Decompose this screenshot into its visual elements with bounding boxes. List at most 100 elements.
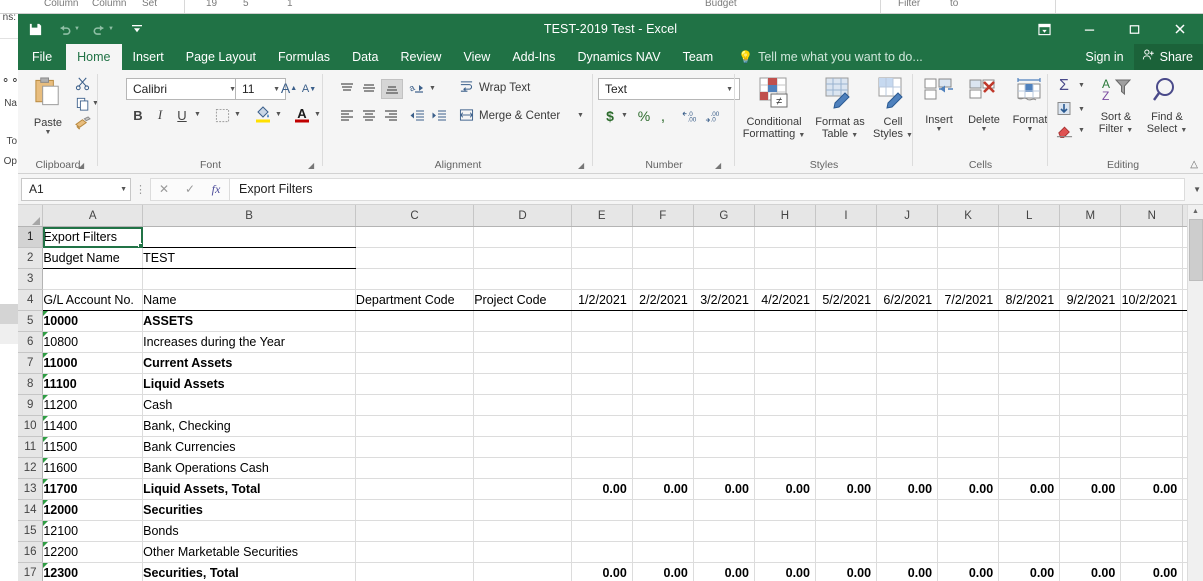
- column-header-i[interactable]: I: [815, 205, 878, 227]
- number-dialog-launcher[interactable]: ◢: [715, 161, 721, 170]
- cell-M3[interactable]: [1059, 268, 1122, 290]
- cell-N15[interactable]: [1120, 520, 1184, 542]
- percent-style-button[interactable]: %: [635, 106, 653, 126]
- cell-B3[interactable]: [142, 268, 356, 290]
- cell-C6[interactable]: [355, 331, 475, 353]
- cell-H15[interactable]: [754, 520, 816, 542]
- minimize-icon[interactable]: [1067, 14, 1112, 44]
- cell-A12[interactable]: 11600: [42, 457, 144, 479]
- decrease-indent-icon[interactable]: [407, 106, 427, 124]
- tab-add-ins[interactable]: Add-Ins: [501, 44, 566, 70]
- cell-J13[interactable]: 0.00: [876, 478, 939, 500]
- cell-B10[interactable]: Bank, Checking: [142, 415, 356, 437]
- cell-I12[interactable]: [815, 457, 878, 479]
- cell-L7[interactable]: [998, 352, 1061, 374]
- conditional-formatting-button[interactable]: ≠ Conditional Formatting ▼: [739, 77, 809, 142]
- tab-formulas[interactable]: Formulas: [267, 44, 341, 70]
- cell-L4[interactable]: 8/2/2021: [998, 289, 1061, 311]
- row-header-1[interactable]: 1: [18, 226, 44, 248]
- autosum-icon[interactable]: Σ: [1053, 76, 1075, 96]
- cell-F8[interactable]: [632, 373, 694, 395]
- cell-A11[interactable]: 11500: [42, 436, 144, 458]
- cell-C10[interactable]: [355, 415, 475, 437]
- cell-G17[interactable]: 0.00: [693, 562, 755, 581]
- bold-button[interactable]: B: [128, 105, 148, 125]
- cell-N14[interactable]: [1120, 499, 1184, 521]
- cell-G13[interactable]: 0.00: [693, 478, 755, 500]
- column-header-f[interactable]: F: [632, 205, 694, 227]
- cell-B17[interactable]: Securities, Total: [142, 562, 356, 581]
- cell-K8[interactable]: [937, 373, 1000, 395]
- cell-M12[interactable]: [1059, 457, 1122, 479]
- cell-K14[interactable]: [937, 499, 1000, 521]
- cell-B6[interactable]: Increases during the Year: [142, 331, 356, 353]
- cell-D2[interactable]: [473, 247, 572, 269]
- tell-me-search[interactable]: 💡 Tell me what you want to do...: [738, 44, 923, 70]
- cell-B7[interactable]: Current Assets: [142, 352, 356, 374]
- cell-H4[interactable]: 4/2/2021: [754, 289, 816, 311]
- chevron-down-icon[interactable]: ▼: [275, 111, 282, 118]
- cell-N11[interactable]: [1120, 436, 1184, 458]
- alignment-dialog-launcher[interactable]: ◢: [578, 161, 584, 170]
- cell-D14[interactable]: [473, 499, 572, 521]
- cell-L17[interactable]: 0.00: [998, 562, 1061, 581]
- tab-dynamics-nav[interactable]: Dynamics NAV: [566, 44, 671, 70]
- cell-K15[interactable]: [937, 520, 1000, 542]
- cell-D6[interactable]: [473, 331, 572, 353]
- cell-C7[interactable]: [355, 352, 475, 374]
- cell-I7[interactable]: [815, 352, 878, 374]
- number-format-combo[interactable]: Text ▼: [598, 78, 740, 100]
- cell-M13[interactable]: 0.00: [1059, 478, 1122, 500]
- cell-G11[interactable]: [693, 436, 755, 458]
- cell-J4[interactable]: 6/2/2021: [876, 289, 939, 311]
- cell-C1[interactable]: [355, 226, 475, 248]
- cell-J6[interactable]: [876, 331, 939, 353]
- cell-C16[interactable]: [355, 541, 475, 563]
- align-top-icon[interactable]: [337, 79, 357, 97]
- cell-K5[interactable]: [937, 310, 1000, 332]
- cell-K16[interactable]: [937, 541, 1000, 563]
- sort-filter-button[interactable]: A Z Sort & Filter ▼: [1092, 76, 1140, 137]
- cell-D15[interactable]: [473, 520, 572, 542]
- cell-I5[interactable]: [815, 310, 878, 332]
- cell-L11[interactable]: [998, 436, 1061, 458]
- cell-M16[interactable]: [1059, 541, 1122, 563]
- chevron-down-icon[interactable]: ▼: [1027, 126, 1034, 133]
- cell-H17[interactable]: 0.00: [754, 562, 816, 581]
- underline-button[interactable]: U: [172, 105, 192, 125]
- cell-A3[interactable]: [42, 268, 144, 290]
- cell-B13[interactable]: Liquid Assets, Total: [142, 478, 356, 500]
- maximize-icon[interactable]: [1112, 14, 1157, 44]
- cell-A14[interactable]: 12000: [42, 499, 144, 521]
- cell-B2[interactable]: TEST: [142, 247, 356, 269]
- cell-C17[interactable]: [355, 562, 475, 581]
- row-header-11[interactable]: 11: [18, 436, 44, 458]
- cell-F2[interactable]: [632, 247, 694, 269]
- cell-A17[interactable]: 12300: [42, 562, 144, 581]
- cell-I14[interactable]: [815, 499, 878, 521]
- decrease-decimal-icon[interactable]: .00.0: [704, 106, 726, 126]
- vertical-scrollbar[interactable]: ▲: [1187, 205, 1203, 581]
- cell-N13[interactable]: 0.00: [1120, 478, 1184, 500]
- cell-G5[interactable]: [693, 310, 755, 332]
- cell-C9[interactable]: [355, 394, 475, 416]
- chevron-down-icon[interactable]: ▼: [621, 112, 628, 119]
- find-select-button[interactable]: Find & Select ▼: [1142, 76, 1192, 137]
- cell-J17[interactable]: 0.00: [876, 562, 939, 581]
- increase-indent-icon[interactable]: [429, 106, 449, 124]
- cell-I4[interactable]: 5/2/2021: [815, 289, 878, 311]
- cancel-icon[interactable]: ✕: [151, 179, 177, 200]
- cell-B1[interactable]: [142, 226, 356, 248]
- cell-I10[interactable]: [815, 415, 878, 437]
- cell-H14[interactable]: [754, 499, 816, 521]
- cell-F15[interactable]: [632, 520, 694, 542]
- column-header-d[interactable]: D: [473, 205, 572, 227]
- fill-icon[interactable]: [1053, 100, 1075, 118]
- cell-C13[interactable]: [355, 478, 475, 500]
- cell-J3[interactable]: [876, 268, 939, 290]
- chevron-down-icon[interactable]: ▼: [234, 111, 241, 118]
- cell-M11[interactable]: [1059, 436, 1122, 458]
- cell-I6[interactable]: [815, 331, 878, 353]
- cell-F11[interactable]: [632, 436, 694, 458]
- chevron-down-icon[interactable]: ▼: [314, 111, 321, 118]
